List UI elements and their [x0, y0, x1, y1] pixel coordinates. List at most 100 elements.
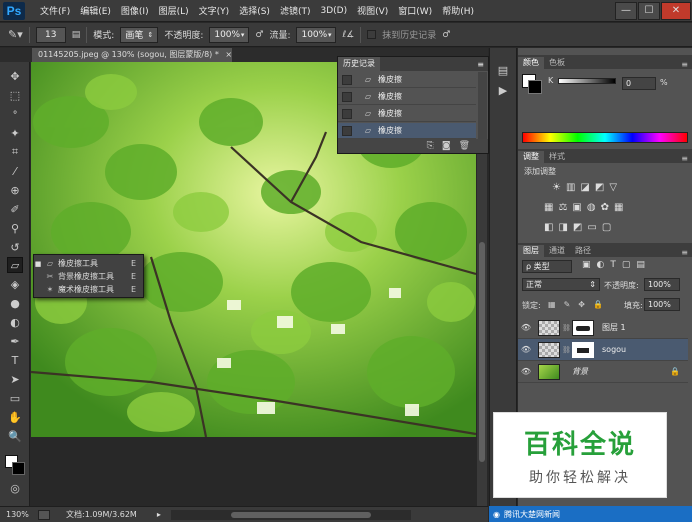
layer-filter-select[interactable]: ρ 类型 [522, 260, 572, 273]
flow-input[interactable]: 100% ▾ [296, 26, 337, 43]
fill-input[interactable]: 100% [644, 298, 680, 311]
invert-icon[interactable]: ◧ [544, 222, 553, 233]
history-brush-tool-icon[interactable]: ↺ [7, 239, 23, 255]
tab-paths[interactable]: 路径 [570, 245, 596, 257]
lock-all-icon[interactable]: 🔒 [593, 300, 603, 309]
brush-tool-icon[interactable]: ✐ [7, 201, 23, 217]
vibrance-icon[interactable]: ▽ [609, 182, 617, 193]
adjustment-filter-icon[interactable]: ◐ [597, 260, 605, 270]
lock-pixels-icon[interactable]: ✎ [564, 300, 571, 309]
color-lookup-icon[interactable]: ▦ [614, 202, 623, 213]
flyout-item-magic-eraser[interactable]: ✶ 魔术橡皮擦工具 E [34, 283, 145, 296]
threshold-icon[interactable]: ◩ [573, 222, 582, 233]
panel-menu-icon[interactable]: ≡ [681, 60, 692, 69]
tab-styles[interactable]: 样式 [544, 151, 570, 163]
brush-size-picker[interactable]: 13 [35, 26, 66, 43]
history-source-checkbox[interactable] [342, 125, 352, 136]
color-background-swatch[interactable] [528, 80, 542, 94]
zoom-tool-icon[interactable]: 🔍 [7, 428, 23, 444]
photo-filter-icon[interactable]: ◍ [587, 202, 596, 213]
marquee-tool-icon[interactable]: ⬚ [7, 87, 23, 103]
brightness-icon[interactable]: ☀ [552, 182, 561, 193]
menu-help[interactable]: 帮助(H) [437, 4, 479, 17]
eraser-tool-icon[interactable]: ▱ [7, 257, 23, 273]
scrollbar-thumb[interactable] [479, 242, 485, 462]
type-tool-icon[interactable]: T [7, 352, 23, 368]
tab-color[interactable]: 颜色 [518, 57, 544, 69]
document-tab[interactable]: 01145205.jpeg @ 130% (sogou, 图层蒙版/8) * × [32, 48, 232, 62]
status-arrow-icon[interactable]: ▸ [157, 510, 161, 519]
layer-row[interactable]: 👁 ⛓ 图层 1 [518, 317, 688, 339]
layer-opacity-input[interactable]: 100% [644, 278, 680, 291]
status-menu-icon[interactable] [38, 509, 50, 520]
horizontal-scrollbar-thumb[interactable] [230, 511, 371, 518]
pixel-filter-icon[interactable]: ▣ [582, 260, 591, 270]
history-scrollbar[interactable] [478, 72, 487, 139]
opacity-input[interactable]: 100% ▾ [209, 26, 250, 43]
quick-select-tool-icon[interactable]: ✦ [7, 125, 23, 141]
shape-tool-icon[interactable]: ▭ [7, 390, 23, 406]
menu-image[interactable]: 图像(I) [116, 4, 154, 17]
menu-type[interactable]: 文字(Y) [194, 4, 235, 17]
color-spectrum-bar[interactable] [522, 132, 688, 143]
posterize-icon[interactable]: ◨ [558, 222, 567, 233]
mask-link-icon[interactable]: ⛓ [562, 324, 571, 332]
paint-bucket-tool-icon[interactable]: ◈ [7, 276, 23, 292]
menu-select[interactable]: 选择(S) [234, 4, 275, 17]
menu-edit[interactable]: 编辑(E) [75, 4, 116, 17]
zoom-level[interactable]: 130% [0, 510, 32, 519]
healing-brush-tool-icon[interactable]: ⊕ [7, 182, 23, 198]
curves-icon[interactable]: ◪ [580, 182, 589, 193]
restore-button[interactable]: ☐ [638, 1, 660, 20]
history-row[interactable]: ▱ 橡皮擦 [338, 72, 476, 88]
panel-menu-icon[interactable]: ≡ [681, 154, 692, 163]
visibility-eye-icon[interactable]: 👁 [518, 367, 534, 376]
hue-saturation-icon[interactable]: ▦ [544, 202, 553, 213]
history-row[interactable]: ▱ 橡皮擦 [338, 106, 476, 122]
panel-menu-icon[interactable]: ≡ [681, 248, 692, 257]
visibility-eye-icon[interactable]: 👁 [518, 323, 534, 332]
delete-state-icon[interactable]: 🗑 [459, 141, 470, 151]
path-select-tool-icon[interactable]: ➤ [7, 371, 23, 387]
gradient-map-icon[interactable]: ▭ [587, 222, 596, 233]
layer-mask-thumbnail[interactable] [572, 319, 594, 336]
lasso-tool-icon[interactable]: ᐤ [7, 106, 23, 122]
tab-channels[interactable]: 通道 [544, 245, 570, 257]
crop-tool-icon[interactable]: ⌗ [7, 144, 23, 160]
menu-view[interactable]: 视图(V) [352, 4, 393, 17]
dodge-tool-icon[interactable]: ◐ [7, 314, 23, 330]
flyout-item-eraser[interactable]: ■ ▱ 橡皮擦工具 E [34, 257, 145, 270]
tab-close-icon[interactable]: × [225, 50, 232, 59]
brush-panel-icon[interactable]: ▤ [72, 30, 81, 40]
layer-mask-thumbnail[interactable] [572, 341, 594, 358]
type-filter-icon[interactable]: T [610, 260, 616, 270]
erase-history-checkbox[interactable] [367, 30, 377, 39]
lock-transparency-icon[interactable]: ▦ [548, 300, 556, 309]
hand-tool-icon[interactable]: ✋ [7, 409, 23, 425]
eraser-preset-icon[interactable]: ✎▾ [8, 28, 23, 41]
clone-stamp-tool-icon[interactable]: ⚲ [7, 220, 23, 236]
layer-row[interactable]: 👁 背景 🔒 [518, 361, 688, 383]
snapshot-icon[interactable]: ◙ [442, 141, 451, 151]
tab-adjustments[interactable]: 调整 [518, 151, 544, 163]
history-source-checkbox[interactable] [342, 108, 352, 119]
tab-swatches[interactable]: 色板 [544, 57, 570, 69]
shape-filter-icon[interactable]: ▢ [622, 260, 631, 270]
menu-3d[interactable]: 3D(D) [315, 6, 352, 16]
selective-color-icon[interactable]: ▢ [602, 222, 611, 233]
minimize-button[interactable]: — [615, 1, 637, 20]
new-document-from-state-icon[interactable]: ⎘ [427, 141, 434, 151]
history-source-checkbox[interactable] [342, 91, 352, 102]
history-panel-icon[interactable]: ▤ [495, 62, 511, 78]
mode-select[interactable]: 画笔 ⇕ [120, 26, 159, 43]
flyout-item-background-eraser[interactable]: ✂ 背景橡皮擦工具 E [34, 270, 145, 283]
blur-tool-icon[interactable]: ● [7, 295, 23, 311]
menu-layer[interactable]: 图层(L) [154, 4, 194, 17]
history-source-checkbox[interactable] [342, 74, 352, 85]
panel-menu-icon[interactable]: ≡ [477, 60, 488, 69]
exposure-icon[interactable]: ◩ [595, 182, 604, 193]
menu-file[interactable]: 文件(F) [35, 4, 75, 17]
lock-position-icon[interactable]: ✥ [578, 300, 585, 309]
menu-window[interactable]: 窗口(W) [393, 4, 437, 17]
pen-tool-icon[interactable]: ✒ [7, 333, 23, 349]
